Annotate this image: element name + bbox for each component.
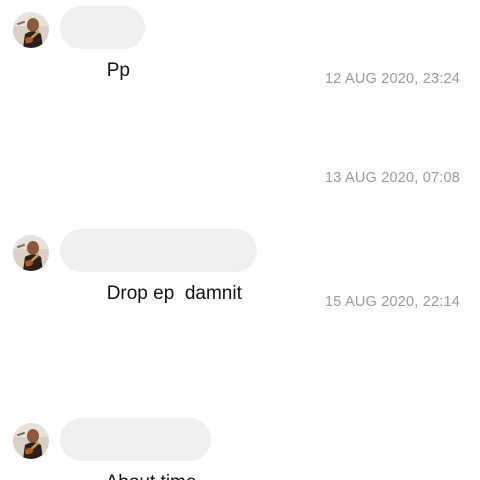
timestamp: 12 AUG 2020, 23:24	[324, 71, 460, 87]
message-text: About time	[106, 472, 197, 480]
message-bubble[interactable]: About time	[60, 418, 212, 480]
chat-thread[interactable]: Pp 12 AUG 2020, 23:24 13 AUG 2020, 07:08…	[0, 0, 480, 480]
message-text: Drop ep damnit	[106, 283, 242, 304]
avatar[interactable]	[13, 12, 49, 48]
timestamp: 15 AUG 2020, 22:14	[324, 294, 460, 310]
message-text: Pp	[106, 60, 130, 81]
avatar-photo-icon	[13, 423, 49, 459]
avatar[interactable]	[13, 423, 49, 459]
timestamp: 13 AUG 2020, 07:08	[324, 170, 460, 186]
avatar[interactable]	[13, 235, 49, 271]
message-bubble[interactable]: Pp	[60, 6, 145, 81]
avatar-photo-icon	[13, 12, 49, 48]
avatar-photo-icon	[13, 235, 49, 271]
message-bubble[interactable]: Drop ep damnit	[60, 229, 257, 304]
